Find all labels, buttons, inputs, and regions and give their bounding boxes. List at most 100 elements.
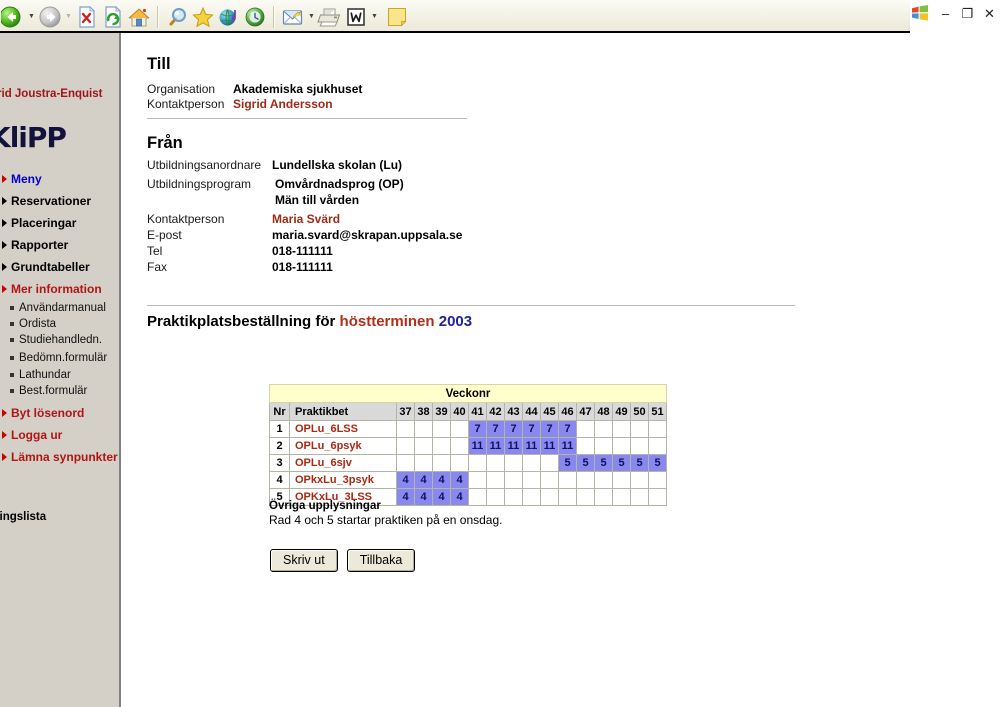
week-cell-43 (504, 488, 523, 506)
fran-fax-label: Fax (147, 260, 168, 274)
history-icon (242, 4, 268, 30)
row-praktikbet-label[interactable]: OPLu_6LSS (289, 420, 397, 438)
sidebar-item-meny[interactable]: Meny (0, 172, 119, 186)
week-cell-44 (522, 488, 541, 506)
week-cell-44: 11 (522, 437, 541, 455)
sidebar-subitem-label: Best.formulär (19, 385, 88, 397)
table-row: 2 OPLu_6psyk 11 11 11 11 11 11 (269, 437, 667, 455)
ovriga-upplysningar-heading: Övriga upplysningar (269, 500, 381, 512)
week-schedule-table: Veckonr Nr Praktikbet 37 38 39 40 41 42 43 44 45… (269, 384, 667, 506)
favorites-button[interactable] (190, 0, 216, 33)
toolbar-separator (273, 5, 275, 28)
forward-button[interactable] (37, 0, 63, 33)
print-button-skriv-ut[interactable]: Skriv ut (270, 549, 338, 572)
week-cell-47 (576, 437, 595, 455)
mail-dropdown-caret-icon[interactable]: ▼ (306, 0, 317, 33)
till-kontaktperson-label: Kontaktperson (147, 97, 225, 111)
sidebar-subitem-best-formular[interactable]: Best.formulär (10, 385, 119, 397)
search-button[interactable] (164, 0, 190, 33)
week-cell-46: 5 (558, 454, 577, 472)
row-praktikbet-label[interactable]: OPLu_6psyk (289, 437, 397, 455)
refresh-button[interactable] (100, 0, 126, 33)
sidebar-item-label: Rapporter (11, 238, 69, 252)
week-cell-51 (648, 420, 667, 438)
sidebar-item-rapporter[interactable]: Rapporter (0, 238, 119, 252)
week-cell-39 (432, 437, 451, 455)
sidebar-item-logga-ur[interactable]: Logga ur (0, 428, 119, 442)
sidebar-item-label: Logga ur (11, 428, 63, 442)
week-cell-50 (630, 420, 649, 438)
chevron-right-icon (2, 285, 7, 293)
sidebar-subitem-lathundar[interactable]: Lathundar (10, 369, 119, 381)
till-organisation-label: Organisation (147, 82, 216, 96)
fran-kontaktperson-value[interactable]: Maria Svärd (272, 212, 340, 226)
sidebar-subitem-studiehandledn[interactable]: Studiehandledn. (10, 334, 119, 346)
week-cell-41: 7 (468, 420, 487, 438)
fran-kontaktperson-row: Kontaktperson Maria Svärd (147, 212, 340, 226)
sidebar-item-lamna-synpunkter[interactable]: Lämna synpunkter (0, 450, 119, 464)
col-header-week-43: 43 (504, 402, 523, 421)
mail-button[interactable] (280, 0, 306, 33)
week-cell-45: 11 (540, 437, 559, 455)
sidebar-subitem-bedomn-formular[interactable]: Bedömn.formulär (10, 352, 119, 364)
chevron-right-icon (2, 219, 7, 227)
week-cell-50: 5 (630, 454, 649, 472)
edit-button[interactable] (343, 0, 369, 33)
fran-tel-row: Tel 018-111111 (147, 244, 333, 258)
week-cell-49 (612, 471, 631, 489)
fran-fax-row: Fax 018-111111 (147, 260, 333, 274)
till-kontaktperson-value[interactable]: Sigrid Andersson (233, 97, 333, 111)
fran-epost-value[interactable]: maria.svard@skrapan.uppsala.se (272, 228, 462, 242)
notes-button[interactable] (384, 0, 410, 33)
veckonr-header: Veckonr (269, 384, 667, 403)
fran-utbildningsprogram-row-2: Män till vården (275, 193, 359, 207)
week-cell-46: 11 (558, 437, 577, 455)
close-button[interactable]: ✕ (983, 7, 996, 20)
table-group-header-row: Veckonr (269, 384, 667, 403)
col-header-praktikbet: Praktikbet (289, 402, 397, 421)
week-cell-42 (486, 471, 505, 489)
fran-kontaktperson-label: Kontaktperson (147, 212, 225, 226)
back-dropdown-caret-icon[interactable]: ▼ (26, 0, 37, 33)
main-content: Till Organisation Akademiska sjukhuset K… (123, 33, 1000, 707)
week-cell-41: 11 (468, 437, 487, 455)
week-cell-39 (432, 420, 451, 438)
home-button[interactable] (126, 0, 152, 33)
sidebar-changelog-link[interactable]: dringslista (0, 511, 119, 523)
back-button[interactable] (0, 0, 26, 33)
sidebar-subitem-anvandarmanual[interactable]: Användarmanual (10, 302, 119, 314)
sidebar-item-grundtabeller[interactable]: Grundtabeller (0, 260, 119, 274)
sidebar-item-mer-information[interactable]: Mer information (0, 282, 119, 296)
week-cell-50 (630, 471, 649, 489)
week-cell-48 (594, 420, 613, 438)
week-cell-49: 5 (612, 454, 631, 472)
fran-utbildningsanordnare-value: Lundellska skolan (Lu) (272, 158, 403, 172)
media-button[interactable] (216, 0, 242, 33)
col-header-week-47: 47 (576, 402, 595, 421)
restore-button[interactable]: ❐ (961, 7, 974, 20)
row-praktikbet-label[interactable]: OPLu_6sjv (289, 454, 397, 472)
history-button[interactable] (242, 0, 268, 33)
edit-dropdown-caret-icon[interactable]: ▼ (369, 0, 380, 33)
sidebar-item-reservationer[interactable]: Reservationer (0, 194, 119, 208)
week-cell-40: 4 (450, 471, 469, 489)
row-number: 3 (269, 454, 290, 472)
sidebar-user-name: grid Joustra-Enquist (0, 88, 103, 100)
section-divider-2 (147, 305, 795, 306)
sidebar-item-label: Lämna synpunkter (11, 450, 118, 464)
col-header-week-39: 39 (432, 402, 451, 421)
stop-button[interactable] (74, 0, 100, 33)
bullet-icon (10, 373, 14, 377)
week-cell-48 (594, 471, 613, 489)
minimize-button[interactable]: – (939, 7, 952, 20)
chevron-right-icon (2, 431, 7, 439)
sidebar-item-placeringar[interactable]: Placeringar (0, 216, 119, 230)
sidebar-subitem-ordista[interactable]: Ordista (10, 318, 119, 330)
print-button[interactable] (317, 0, 343, 33)
sidebar-item-byt-losenord[interactable]: Byt lösenord (0, 406, 119, 420)
week-cell-47: 5 (576, 454, 595, 472)
row-praktikbet-label[interactable]: OPkxLu_3psyk (289, 471, 397, 489)
back-button-tillbaka[interactable]: Tillbaka (346, 549, 416, 572)
week-cell-37 (396, 437, 415, 455)
week-cell-37 (396, 420, 415, 438)
